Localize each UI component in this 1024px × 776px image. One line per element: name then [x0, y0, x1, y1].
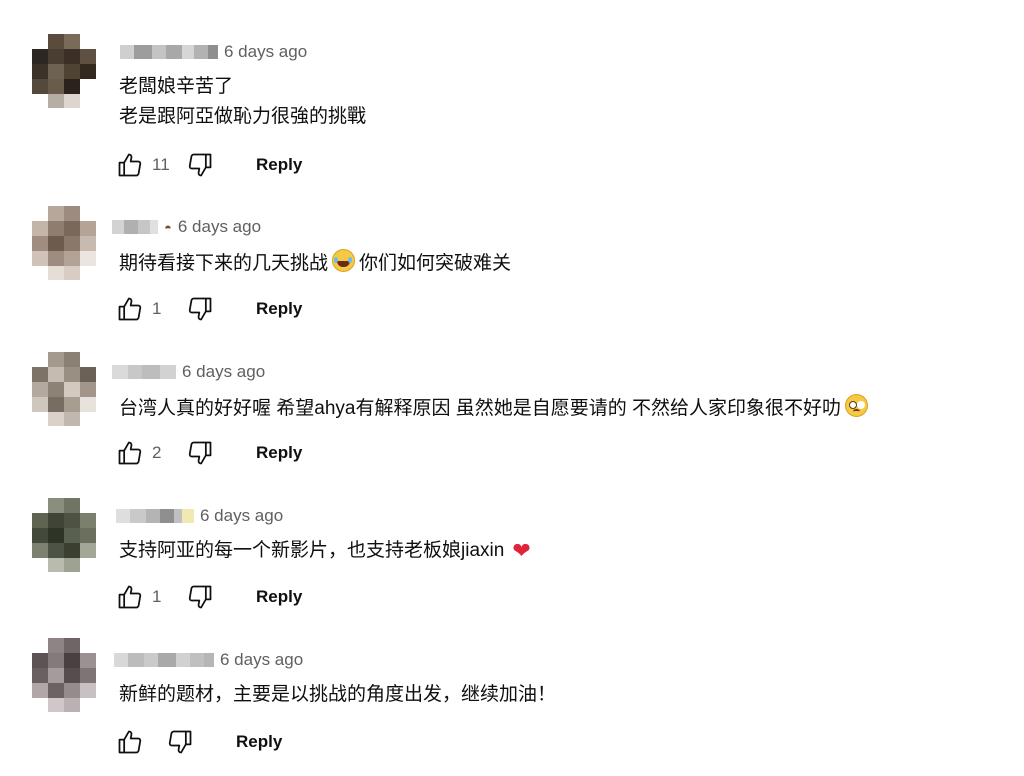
comment-timestamp[interactable]: 6 days ago	[200, 506, 283, 526]
avatar[interactable]	[32, 638, 96, 712]
comment-actions: 11 Reply	[114, 147, 308, 183]
comment-text: 期待看接下来的几天挑战	[119, 253, 329, 274]
comment-text: 支持阿亚的每一个新影片，也支持老板娘jiaxin	[119, 540, 505, 561]
comment-header: 6 days ago	[120, 40, 307, 64]
comment-header: 6 days ago	[112, 360, 265, 384]
reply-button[interactable]: Reply	[250, 149, 308, 181]
thumbs-down-icon[interactable]	[164, 726, 196, 758]
thumbs-down-icon[interactable]	[184, 149, 216, 181]
reply-button[interactable]: Reply	[250, 293, 308, 325]
comment-actions: 1 Reply	[114, 579, 308, 615]
comment-text-line: 老是跟阿亞做恥力很強的挑戰	[119, 106, 367, 127]
comment-actions: Reply	[114, 724, 288, 760]
comment-text-line: 支持阿亚的每一个新影片，也支持老板娘jiaxin ❤	[119, 538, 531, 564]
comment-header: ◓ 6 days ago	[112, 215, 261, 239]
avatar[interactable]	[32, 352, 96, 426]
comment-header: 6 days ago	[114, 648, 303, 672]
reply-button[interactable]: Reply	[230, 726, 288, 758]
thumbs-up-icon[interactable]	[114, 149, 146, 181]
comment-actions: 1 Reply	[114, 291, 308, 327]
comment-actions: 2 Reply	[114, 435, 308, 471]
comment-text-line: 台湾人真的好好喔 希望ahya有解释原因 虽然她是自愿要请的 不然给人家印象很不…	[119, 394, 872, 422]
comment-text-line: 新鲜的题材，主要是以挑战的角度出发，继续加油！	[119, 684, 557, 705]
comment-timestamp[interactable]: 6 days ago	[224, 42, 307, 62]
like-count: 1	[152, 299, 162, 318]
thumbs-down-icon[interactable]	[184, 581, 216, 613]
comment-text: 台湾人真的好好喔 希望ahya有解释原因 虽然她是自愿要请的 不然给人家印象很不…	[119, 398, 842, 419]
comment-text-line: 老闆娘辛苦了	[119, 76, 234, 97]
comment-text: 你们如何突破难关	[359, 253, 512, 274]
reply-button[interactable]: Reply	[250, 437, 308, 469]
avatar[interactable]	[32, 34, 96, 108]
comment-timestamp[interactable]: 6 days ago	[182, 362, 265, 382]
pleading-face-emoji-icon	[845, 394, 869, 417]
thumbs-up-icon[interactable]	[114, 293, 146, 325]
thumbs-up-icon[interactable]	[114, 726, 146, 758]
thumbs-down-icon[interactable]	[184, 437, 216, 469]
author-name-redacted[interactable]	[120, 45, 218, 59]
author-name-redacted[interactable]	[112, 365, 176, 379]
thumbs-up-icon[interactable]	[114, 581, 146, 613]
like-count: 2	[152, 443, 162, 462]
comment-timestamp[interactable]: 6 days ago	[220, 650, 303, 670]
author-name-redacted[interactable]	[116, 509, 194, 523]
avatar[interactable]	[32, 498, 96, 572]
author-name-redacted[interactable]	[114, 653, 214, 667]
comment-text-line: 期待看接下来的几天挑战 你们如何突破难关	[119, 249, 511, 277]
like-count: 1	[152, 587, 162, 606]
thumbs-up-icon[interactable]	[114, 437, 146, 469]
author-name-redacted[interactable]	[112, 220, 158, 234]
like-count: 11	[152, 155, 170, 174]
comment-timestamp[interactable]: 6 days ago	[178, 217, 261, 237]
reply-button[interactable]: Reply	[250, 581, 308, 613]
avatar[interactable]	[32, 206, 96, 280]
comment-header: 6 days ago	[116, 504, 283, 528]
red-heart-emoji-icon: ❤	[512, 538, 531, 563]
thumbs-down-icon[interactable]	[184, 293, 216, 325]
author-badge-icon: ◓	[164, 219, 172, 235]
laughing-tears-emoji-icon	[332, 249, 356, 272]
